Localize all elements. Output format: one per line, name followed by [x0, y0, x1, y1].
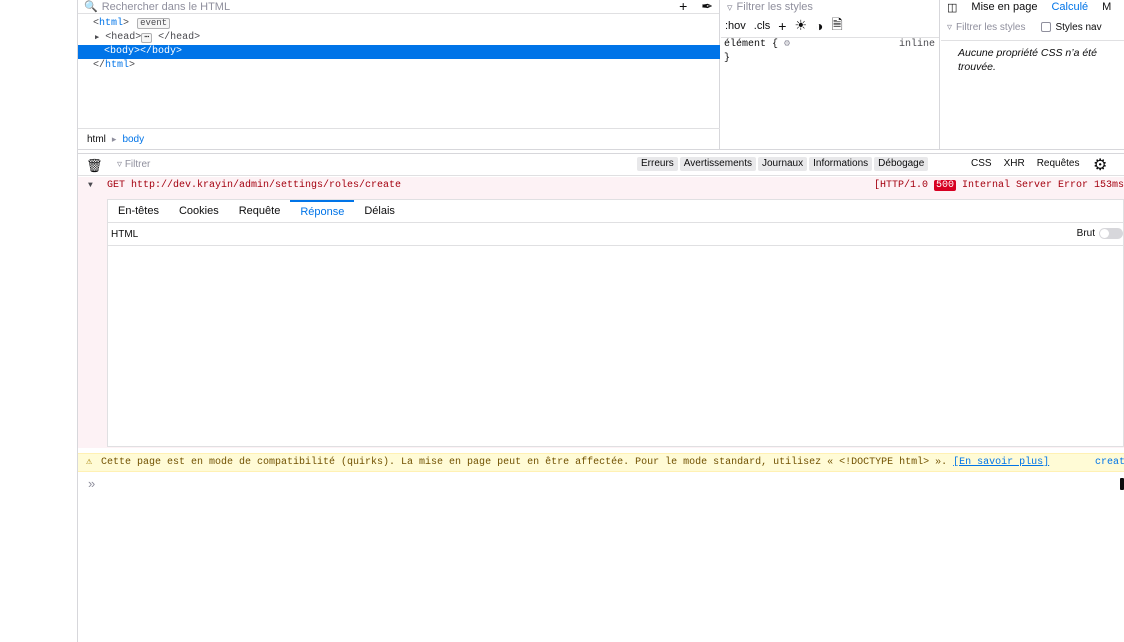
- inline-source-label: inline: [898, 39, 935, 50]
- element-rule-close: }: [724, 53, 731, 64]
- computed-filter-bar: ▿ Filtrer les styles Styles nav: [941, 14, 1124, 41]
- breadcrumb-html[interactable]: html: [87, 134, 106, 145]
- sidebar-tabs: ◫ Mise en page Calculé M: [941, 0, 1124, 14]
- filter-logs-button[interactable]: Journaux: [757, 157, 808, 171]
- browser-styles-label: Styles nav: [1055, 21, 1102, 33]
- tab-timings[interactable]: Délais: [354, 200, 405, 223]
- request-summary[interactable]: ▼ GET http://dev.krayin/admin/settings/r…: [78, 177, 1124, 195]
- markup-pane: 🔍 Rechercher dans le HTML + ✒ <html> eve…: [78, 0, 720, 150]
- browser-styles-checkbox[interactable]: [1041, 22, 1052, 32]
- trash-icon[interactable]: 🗑: [86, 158, 103, 174]
- search-icon: 🔍: [84, 1, 98, 13]
- console-prompt-icon[interactable]: »: [88, 476, 95, 491]
- add-node-icon[interactable]: +: [679, 0, 687, 15]
- computed-pane: ◫ Mise en page Calculé M ▿ Filtrer les s…: [941, 0, 1124, 150]
- event-badge[interactable]: event: [137, 18, 171, 29]
- markup-tree: <html> event ▶ <head> ⋯ </head> <body></b…: [78, 17, 720, 73]
- filter-warnings-button[interactable]: Avertissements: [679, 157, 756, 171]
- rules-pane: ▿ Filtrer les styles :hov .cls + ☀ ◑ 🗎 é…: [721, 0, 940, 150]
- raw-toggle[interactable]: [1099, 228, 1123, 239]
- filter-xhr-button[interactable]: XHR: [1004, 157, 1025, 171]
- response-type-label: HTML: [111, 228, 139, 240]
- tab-headers[interactable]: En-têtes: [108, 200, 169, 223]
- warning-text: Cette page est en mode de compatibilité …: [101, 457, 948, 468]
- print-media-icon[interactable]: 🗎: [832, 14, 843, 38]
- tree-node-head[interactable]: ▶ <head> ⋯ </head>: [78, 31, 720, 45]
- network-request-message: ▼ GET http://dev.krayin/admin/settings/r…: [78, 177, 1124, 448]
- filter-errors-button[interactable]: Erreurs: [637, 157, 678, 171]
- tab-more[interactable]: M: [1102, 1, 1111, 13]
- rules-filter-input[interactable]: Filtrer les styles: [737, 1, 813, 13]
- empty-computed-message: Aucune propriété CSS n’a été trouvée.: [958, 47, 1097, 73]
- dark-theme-icon[interactable]: ◑: [815, 18, 823, 34]
- console-toolbar: 🗑 ▿ Filtrer Erreurs Avertissements Journ…: [78, 153, 1124, 176]
- log-type-filters: CSS XHR Requêtes: [971, 157, 1080, 171]
- add-rule-icon[interactable]: +: [778, 18, 786, 34]
- warning-source-link[interactable]: creat: [1095, 454, 1124, 471]
- tab-request[interactable]: Requête: [229, 200, 291, 223]
- markup-search-bar[interactable]: 🔍 Rechercher dans le HTML + ✒: [78, 0, 719, 14]
- layout-toggle-icon[interactable]: ◫: [947, 1, 957, 14]
- request-url[interactable]: GET http://dev.krayin/admin/settings/rol…: [107, 177, 401, 195]
- console-filter-input[interactable]: ▿ Filtrer: [117, 159, 150, 170]
- element-rule[interactable]: élément { ⚙ inline: [721, 38, 939, 52]
- warning-icon: ⚠: [86, 457, 93, 468]
- learn-more-link[interactable]: [En savoir plus]: [953, 457, 1049, 468]
- tab-cookies[interactable]: Cookies: [169, 200, 229, 223]
- expand-arrow-icon[interactable]: ▶: [95, 34, 99, 42]
- collapsed-ellipsis[interactable]: ⋯: [141, 33, 153, 43]
- tree-node-html[interactable]: <html> event: [78, 17, 720, 31]
- eyedropper-icon[interactable]: ✒: [701, 0, 713, 15]
- page-viewport: [0, 0, 78, 642]
- chevron-right-icon: ▸: [111, 134, 117, 144]
- filter-debug-button[interactable]: Débogage: [874, 157, 929, 171]
- filter-info-button[interactable]: Informations: [809, 157, 873, 171]
- log-level-filters: Erreurs Avertissements Journaux Informat…: [637, 157, 929, 171]
- tab-computed[interactable]: Calculé: [1051, 1, 1088, 13]
- computed-filter-input[interactable]: Filtrer les styles: [956, 22, 1025, 33]
- devtools-window: 🔍 Rechercher dans le HTML + ✒ <html> eve…: [0, 0, 1124, 642]
- raw-label: Brut: [1076, 228, 1095, 239]
- filter-css-button[interactable]: CSS: [971, 157, 992, 171]
- tree-node-body[interactable]: <body></body>: [78, 45, 720, 59]
- status-badge: [HTTP/1.0 500 Internal Server Error 153m…: [873, 180, 1124, 191]
- filter-requests-button[interactable]: Requêtes: [1037, 157, 1080, 171]
- raw-toggle-group[interactable]: Brut: [1077, 228, 1123, 239]
- rules-filter-bar[interactable]: ▿ Filtrer les styles: [721, 0, 939, 14]
- cls-button[interactable]: .cls: [754, 20, 771, 32]
- breadcrumb-body[interactable]: body: [122, 134, 144, 145]
- request-detail-tabs: En-têtes Cookies Requête Réponse Délais: [108, 199, 1123, 223]
- hov-button[interactable]: :hov: [725, 20, 746, 32]
- status-code: 500: [933, 180, 956, 191]
- filter-icon: ▿: [947, 21, 953, 33]
- markup-search-input[interactable]: Rechercher dans le HTML: [102, 1, 230, 13]
- light-theme-icon[interactable]: ☀: [794, 17, 807, 34]
- filter-icon: ▿: [727, 1, 733, 14]
- filter-icon: ▿: [117, 159, 125, 170]
- response-section-header: HTML Brut: [108, 223, 1123, 246]
- tree-node-html-close[interactable]: </html>: [78, 59, 720, 73]
- tab-response[interactable]: Réponse: [290, 199, 355, 223]
- gear-icon[interactable]: ⚙: [1093, 155, 1107, 175]
- chevron-down-icon[interactable]: ▼: [88, 177, 93, 195]
- inspector-panel: 🔍 Rechercher dans le HTML + ✒ <html> eve…: [78, 0, 1124, 150]
- tab-layout[interactable]: Mise en page: [971, 1, 1037, 13]
- console-input-scrollbar[interactable]: [1120, 478, 1124, 490]
- breadcrumb: html ▸ body: [78, 128, 720, 150]
- quirks-mode-warning: ⚠ Cette page est en mode de compatibilit…: [78, 453, 1124, 472]
- request-details: En-têtes Cookies Requête Réponse Délais …: [107, 199, 1124, 447]
- rules-toolbar: :hov .cls + ☀ ◑ 🗎: [721, 14, 939, 38]
- gear-icon[interactable]: ⚙: [784, 39, 790, 50]
